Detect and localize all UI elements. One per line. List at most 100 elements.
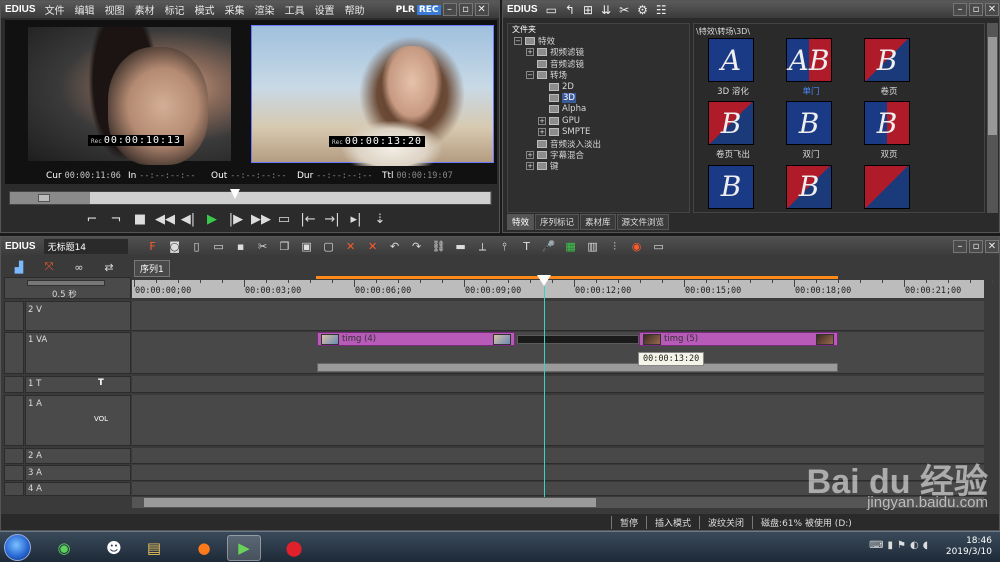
step-back-icon[interactable]: ◀|: [179, 211, 197, 229]
position-slider[interactable]: [9, 189, 492, 205]
cut-icon[interactable]: ✂: [615, 3, 633, 17]
bin-tab[interactable]: 特效: [507, 214, 535, 230]
title-icon[interactable]: T: [516, 240, 538, 254]
track-header-1va[interactable]: 1 VA: [25, 332, 131, 374]
menu-item[interactable]: 设置: [310, 2, 340, 17]
restore-icon[interactable]: ▫: [458, 3, 473, 16]
restore-icon[interactable]: ▫: [969, 240, 983, 253]
menu-item[interactable]: 渲染: [250, 2, 280, 17]
rewind-icon[interactable]: ◀◀: [155, 211, 175, 229]
menu-item[interactable]: 标记: [160, 2, 190, 17]
effect-thumbnail[interactable]: B: [786, 164, 832, 209]
audio-clip-bar[interactable]: [317, 363, 838, 372]
sequence-settings-icon[interactable]: F: [142, 240, 164, 254]
multicam-icon[interactable]: ▥: [582, 240, 604, 254]
sequence-tab[interactable]: 序列1: [134, 260, 170, 277]
minimize-icon[interactable]: –: [442, 3, 457, 16]
effect-item[interactable]: B: [786, 164, 836, 212]
mixer-mode-icon[interactable]: ⤧: [38, 260, 60, 274]
import-icon[interactable]: ⇊: [597, 3, 615, 17]
capture-icon[interactable]: ◙: [164, 240, 186, 254]
tree-item[interactable]: Alpha: [508, 104, 689, 115]
tree-item[interactable]: 3D: [508, 92, 689, 104]
track-lane-2v[interactable]: [132, 301, 984, 331]
bin-scroll-thumb[interactable]: [988, 37, 997, 135]
bin-tab[interactable]: 素材库: [580, 214, 616, 230]
fast-forward-icon[interactable]: ▶▶: [251, 211, 271, 229]
cut-icon[interactable]: ✂: [252, 240, 274, 254]
undo-icon[interactable]: ↶: [384, 240, 406, 254]
menu-item[interactable]: 采集: [220, 2, 250, 17]
plr-label[interactable]: PLR: [394, 5, 417, 15]
open-icon[interactable]: ▭: [208, 240, 230, 254]
delete-icon[interactable]: ✕: [340, 240, 362, 254]
close-icon[interactable]: ✕: [985, 240, 999, 253]
effect-item[interactable]: AB 单门: [786, 38, 836, 97]
voiceover-icon[interactable]: 🎤: [538, 240, 560, 254]
close-icon[interactable]: ✕: [474, 3, 489, 16]
add-transition-icon[interactable]: ▬: [450, 240, 472, 254]
expand-icon[interactable]: −: [514, 37, 522, 46]
shuttle-knob[interactable]: [38, 194, 50, 202]
qq-icon[interactable]: ☻: [97, 535, 131, 561]
set-out-icon[interactable]: ¬: [107, 211, 125, 229]
overwrite-icon[interactable]: ⇣: [371, 211, 389, 229]
firefox-icon[interactable]: ●: [187, 535, 221, 561]
close-icon[interactable]: ✕: [985, 3, 999, 16]
track-lane-1t[interactable]: [132, 376, 984, 393]
stop-icon[interactable]: ■: [131, 211, 149, 229]
settings-icon[interactable]: ⚙: [633, 3, 652, 17]
track-header-2v[interactable]: 2 V: [25, 301, 131, 331]
recorder-icon[interactable]: ⬤: [277, 535, 311, 561]
redo-icon[interactable]: ↷: [406, 240, 428, 254]
menu-item[interactable]: 帮助: [340, 2, 370, 17]
bin-scrollbar[interactable]: [987, 23, 998, 213]
menu-item[interactable]: 模式: [190, 2, 220, 17]
link-icon[interactable]: ⛓: [428, 240, 450, 254]
menu-item[interactable]: 工具: [280, 2, 310, 17]
effect-thumbnail[interactable]: [864, 164, 910, 209]
ripple-delete-icon[interactable]: ✕: [362, 240, 384, 254]
view-icon[interactable]: ☷: [652, 3, 671, 17]
tree-item[interactable]: − 转场: [508, 70, 689, 81]
marker-icon[interactable]: ⟂: [472, 240, 494, 254]
split-icon[interactable]: ⫯: [494, 240, 516, 254]
menu-item[interactable]: 文件: [40, 2, 70, 17]
minimize-icon[interactable]: –: [953, 3, 967, 16]
tree-item[interactable]: − 特效: [508, 35, 689, 47]
effect-item[interactable]: A 3D 溶化: [708, 38, 758, 97]
play-icon[interactable]: ▶: [203, 211, 221, 229]
tree-item[interactable]: 音频滤镜: [508, 58, 689, 70]
menu-item[interactable]: 视图: [100, 2, 130, 17]
rec-label[interactable]: REC: [416, 4, 441, 15]
color-icon[interactable]: ◉: [626, 240, 648, 254]
restore-icon[interactable]: ▫: [969, 3, 983, 16]
track-header-4a[interactable]: 4 A: [25, 482, 131, 496]
system-clock[interactable]: 18:46 2019/3/10: [946, 536, 992, 558]
explorer-icon[interactable]: ▤: [137, 535, 171, 561]
position-track[interactable]: [90, 189, 490, 204]
playhead-handle[interactable]: [537, 275, 551, 286]
zoom-slider[interactable]: [27, 280, 105, 286]
expand-icon[interactable]: +: [526, 162, 534, 171]
bin-tab[interactable]: 序列标记: [535, 214, 580, 230]
browser-icon[interactable]: ◉: [47, 535, 81, 561]
copy-icon[interactable]: ❐: [274, 240, 296, 254]
track-mode-icon[interactable]: ▟: [8, 261, 30, 274]
effect-item[interactable]: B: [708, 164, 758, 212]
insert-icon[interactable]: ▸|: [347, 211, 365, 229]
menu-item[interactable]: 编辑: [70, 2, 100, 17]
effect-thumbnail[interactable]: B: [864, 101, 910, 146]
track-header-3a[interactable]: 3 A: [25, 465, 131, 481]
mixer-icon[interactable]: ⫶: [604, 240, 626, 254]
save-icon[interactable]: ▪: [230, 240, 252, 254]
track-header-1t[interactable]: 1 T T: [25, 376, 131, 393]
effect-thumbnail[interactable]: B: [708, 164, 754, 209]
timeline-scroll-thumb[interactable]: [144, 498, 596, 507]
effect-thumbnail[interactable]: B: [864, 38, 910, 82]
tree-item[interactable]: + 字幕混合: [508, 149, 689, 161]
layout-icon[interactable]: ▭: [648, 240, 670, 254]
expand-icon[interactable]: +: [526, 48, 534, 57]
edius-icon[interactable]: ▶: [227, 535, 261, 561]
plr-rec-toggle[interactable]: PLR REC: [394, 4, 441, 15]
